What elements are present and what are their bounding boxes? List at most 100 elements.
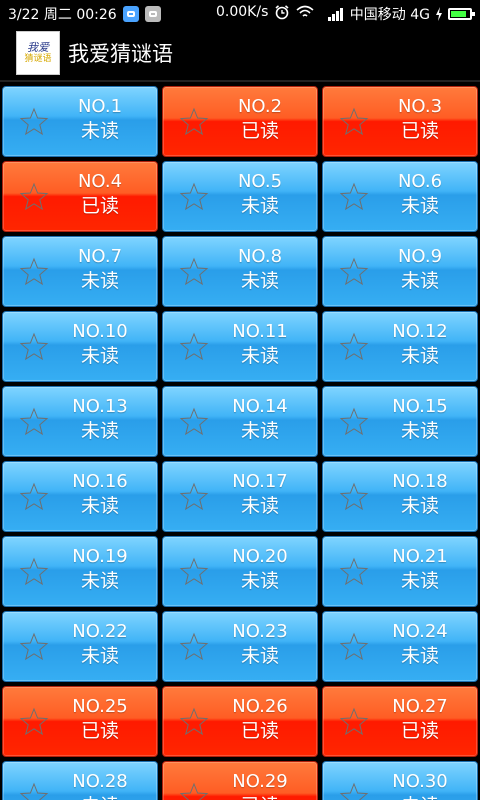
riddle-number: NO.2 xyxy=(237,96,283,117)
riddle-tile-3[interactable]: NO.3 已读 xyxy=(322,86,478,157)
riddle-number: NO.1 xyxy=(77,96,123,117)
riddle-tile-18[interactable]: NO.18 未读 xyxy=(322,461,478,532)
riddle-status: 已读 xyxy=(80,720,119,742)
riddle-tile-5[interactable]: NO.5 未读 xyxy=(162,161,318,232)
riddle-tile-17[interactable]: NO.17 未读 xyxy=(162,461,318,532)
riddle-status: 未读 xyxy=(400,645,439,667)
app-logo-text-bottom: 猜谜语 xyxy=(24,54,52,64)
riddle-number: NO.7 xyxy=(77,246,123,267)
riddle-number: NO.16 xyxy=(72,471,128,492)
app-logo: 我爱 猜谜语 xyxy=(16,31,60,75)
riddle-tile-text: NO.23 未读 xyxy=(203,620,317,668)
riddle-status: 未读 xyxy=(43,794,157,800)
riddle-tile-text: NO.19 未读 xyxy=(43,545,157,593)
riddle-status: 已读 xyxy=(80,195,119,217)
notification-app-icon xyxy=(122,6,139,22)
riddle-tile-19[interactable]: NO.19 未读 xyxy=(2,536,158,607)
riddle-number: NO.14 xyxy=(232,396,288,417)
riddle-tile-21[interactable]: NO.21 未读 xyxy=(322,536,478,607)
page-title: 我爱猜谜语 xyxy=(68,42,173,66)
riddle-tile-13[interactable]: NO.13 未读 xyxy=(2,386,158,457)
riddle-number: NO.30 xyxy=(392,771,448,792)
riddle-tile-20[interactable]: NO.20 未读 xyxy=(162,536,318,607)
riddle-status: 未读 xyxy=(240,645,279,667)
riddle-tile-8[interactable]: NO.8 未读 xyxy=(162,236,318,307)
riddle-number: NO.8 xyxy=(237,246,283,267)
riddle-number: NO.19 xyxy=(72,546,128,567)
status-time: 3/22 周二 00:26 xyxy=(8,7,117,23)
riddle-tile-25[interactable]: NO.25 已读 xyxy=(2,686,158,757)
riddle-tile-14[interactable]: NO.14 未读 xyxy=(162,386,318,457)
battery-icon xyxy=(448,8,475,20)
riddle-tile-9[interactable]: NO.9 未读 xyxy=(322,236,478,307)
riddle-tile-27[interactable]: NO.27 已读 xyxy=(322,686,478,757)
riddle-tile-24[interactable]: NO.24 未读 xyxy=(322,611,478,682)
riddle-status: 未读 xyxy=(240,495,279,517)
riddle-tile-text: NO.4 已读 xyxy=(43,170,157,218)
riddle-tile-15[interactable]: NO.15 未读 xyxy=(322,386,478,457)
riddle-tile-text: NO.11 未读 xyxy=(203,320,317,368)
riddle-tile-text: NO.9 未读 xyxy=(363,245,477,293)
riddle-tile-text: NO.29 已读 xyxy=(203,770,317,800)
riddle-status: 未读 xyxy=(240,570,279,592)
riddle-tile-30[interactable]: NO.30 未读 xyxy=(322,761,478,800)
riddle-status: 未读 xyxy=(80,420,119,442)
riddle-tile-text: NO.13 未读 xyxy=(43,395,157,443)
riddle-tile-29[interactable]: NO.29 已读 xyxy=(162,761,318,800)
riddle-tile-text: NO.12 未读 xyxy=(363,320,477,368)
riddle-status: 未读 xyxy=(240,345,279,367)
riddle-tile-1[interactable]: NO.1 未读 xyxy=(2,86,158,157)
riddle-status: 已读 xyxy=(240,720,279,742)
riddle-tile-22[interactable]: NO.22 未读 xyxy=(2,611,158,682)
riddle-tile-text: NO.3 已读 xyxy=(363,95,477,143)
riddle-tile-text: NO.10 未读 xyxy=(43,320,157,368)
status-bar: 3/22 周二 00:26 0.00K/s 中国移动 4G xyxy=(0,0,480,26)
riddle-tile-text: NO.8 未读 xyxy=(203,245,317,293)
riddle-number: NO.18 xyxy=(392,471,448,492)
riddle-tile-text: NO.15 未读 xyxy=(363,395,477,443)
riddle-number: NO.25 xyxy=(72,696,128,717)
riddle-tile-text: NO.20 未读 xyxy=(203,545,317,593)
riddle-number: NO.15 xyxy=(392,396,448,417)
riddle-status: 已读 xyxy=(203,794,317,800)
riddle-tile-4[interactable]: NO.4 已读 xyxy=(2,161,158,232)
charging-icon xyxy=(436,7,442,21)
riddle-number: NO.26 xyxy=(232,696,288,717)
riddle-tile-11[interactable]: NO.11 未读 xyxy=(162,311,318,382)
riddle-tile-26[interactable]: NO.26 已读 xyxy=(162,686,318,757)
riddle-status: 未读 xyxy=(400,270,439,292)
riddle-number: NO.17 xyxy=(232,471,288,492)
riddle-tile-23[interactable]: NO.23 未读 xyxy=(162,611,318,682)
riddle-status: 未读 xyxy=(400,345,439,367)
riddle-tile-text: NO.22 未读 xyxy=(43,620,157,668)
riddle-tile-28[interactable]: NO.28 未读 xyxy=(2,761,158,800)
riddle-status: 未读 xyxy=(240,420,279,442)
riddle-number: NO.9 xyxy=(397,246,443,267)
status-bar-center: 0.00K/s xyxy=(216,4,314,20)
riddle-tile-text: NO.6 未读 xyxy=(363,170,477,218)
riddle-status: 未读 xyxy=(400,420,439,442)
riddle-tile-10[interactable]: NO.10 未读 xyxy=(2,311,158,382)
riddle-tile-12[interactable]: NO.12 未读 xyxy=(322,311,478,382)
riddle-tile-6[interactable]: NO.6 未读 xyxy=(322,161,478,232)
wifi-icon xyxy=(296,5,314,17)
riddle-number: NO.29 xyxy=(232,771,288,792)
riddle-status: 未读 xyxy=(240,270,279,292)
riddle-tile-16[interactable]: NO.16 未读 xyxy=(2,461,158,532)
riddle-tile-text: NO.27 已读 xyxy=(363,695,477,743)
notification-image-icon xyxy=(144,6,161,22)
riddle-status: 未读 xyxy=(363,794,477,800)
riddle-tile-text: NO.25 已读 xyxy=(43,695,157,743)
riddle-number: NO.4 xyxy=(77,171,123,192)
riddle-tile-text: NO.28 未读 xyxy=(43,770,157,800)
riddle-tile-7[interactable]: NO.7 未读 xyxy=(2,236,158,307)
riddle-tile-2[interactable]: NO.2 已读 xyxy=(162,86,318,157)
riddle-number: NO.27 xyxy=(392,696,448,717)
riddle-status: 未读 xyxy=(400,495,439,517)
riddle-status: 未读 xyxy=(80,120,119,142)
riddle-tile-text: NO.26 已读 xyxy=(203,695,317,743)
riddle-tile-text: NO.14 未读 xyxy=(203,395,317,443)
status-bar-right: 中国移动 4G xyxy=(327,4,475,24)
riddle-tile-text: NO.7 未读 xyxy=(43,245,157,293)
alarm-icon xyxy=(275,5,289,20)
